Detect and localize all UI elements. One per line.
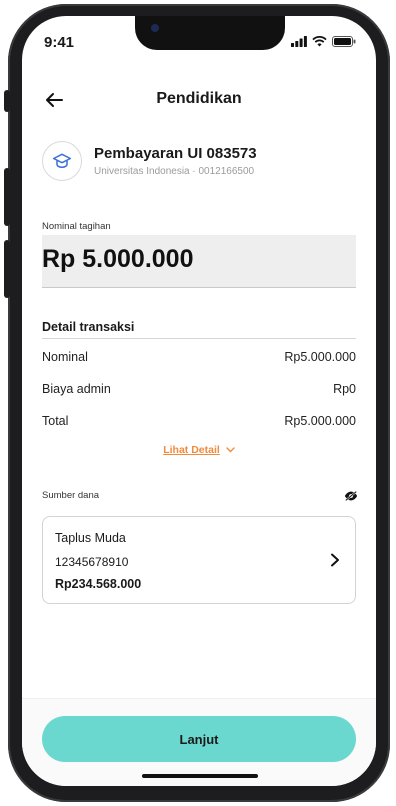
account-balance: Rp234.568.000	[55, 577, 142, 591]
source-label: Sumber dana	[42, 490, 100, 501]
eye-off-icon[interactable]	[344, 490, 358, 502]
volume-up-button	[4, 168, 10, 226]
detail-row-value: Rp5.000.000	[284, 414, 356, 428]
detail-row-total: Total Rp5.000.000	[42, 414, 356, 428]
chevron-down-icon	[226, 447, 235, 453]
account-name: Taplus Muda	[55, 531, 126, 545]
merchant-info: Pembayaran UI 083573 Universitas Indones…	[42, 141, 257, 181]
continue-button[interactable]: Lanjut	[42, 716, 356, 762]
status-icons	[291, 36, 356, 47]
detail-row-nominal: Nominal Rp5.000.000	[42, 350, 356, 364]
merchant-avatar	[42, 141, 82, 181]
wifi-icon	[312, 36, 327, 47]
battery-icon	[332, 36, 356, 47]
volume-down-button	[4, 240, 10, 298]
detail-row-label: Total	[42, 414, 69, 428]
bill-amount: Rp 5.000.000	[42, 245, 194, 273]
graduation-cap-icon	[52, 153, 72, 169]
source-account-card[interactable]: Taplus Muda 12345678910 Rp234.568.000	[42, 516, 356, 604]
app-header: Pendidikan	[22, 86, 376, 116]
mute-switch	[4, 90, 10, 112]
detail-row-label: Biaya admin	[42, 382, 111, 396]
divider	[42, 338, 356, 339]
home-indicator	[142, 774, 258, 778]
chevron-right-icon	[331, 553, 339, 567]
app-screen: 9:41 Pendidikan Pembayaran UI 083573 Uni…	[22, 16, 376, 786]
account-number: 12345678910	[55, 555, 129, 569]
notch	[135, 16, 285, 50]
detail-row-value: Rp5.000.000	[284, 350, 356, 364]
status-time: 9:41	[44, 34, 75, 51]
detail-row-label: Nominal	[42, 350, 88, 364]
bill-amount-box: Rp 5.000.000	[42, 235, 356, 288]
detail-title: Detail transaksi	[42, 320, 135, 334]
bill-label: Nominal tagihan	[42, 221, 111, 232]
view-detail-label[interactable]: Lihat Detail	[163, 444, 220, 456]
merchant-subtitle: Universitas Indonesia · 0012166500	[94, 166, 255, 177]
page-title: Pendidikan	[156, 90, 242, 107]
detail-row-admin: Biaya admin Rp0	[42, 382, 356, 396]
merchant-name: Pembayaran UI 083573	[94, 145, 257, 162]
detail-row-value: Rp0	[333, 382, 356, 396]
camera-icon	[151, 24, 159, 32]
view-detail-link[interactable]: Lihat Detail	[22, 444, 376, 456]
signal-icon	[291, 36, 307, 47]
